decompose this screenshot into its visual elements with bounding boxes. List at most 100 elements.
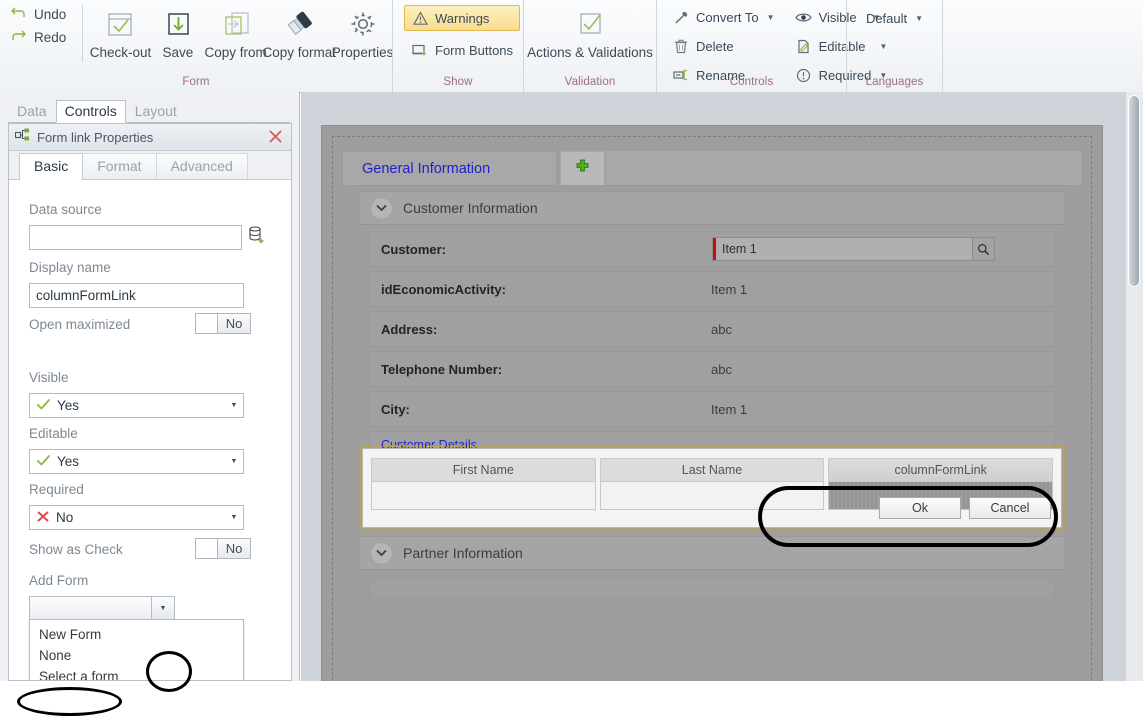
- field-label-customer: Customer:: [381, 241, 447, 257]
- ok-button[interactable]: Ok: [879, 497, 961, 519]
- close-icon[interactable]: [267, 128, 284, 145]
- database-add-icon[interactable]: [249, 226, 265, 249]
- form-buttons-toggle[interactable]: Form Buttons: [404, 37, 520, 63]
- grid-header-first-name: First Name: [372, 459, 595, 482]
- form-buttons-label: Form Buttons: [435, 42, 514, 58]
- tab-general-information[interactable]: General Information: [342, 151, 557, 186]
- customer-lookup-field[interactable]: Item 1: [712, 237, 995, 261]
- annotation-circle-new-form: [17, 687, 122, 716]
- dropdown-option-new-form[interactable]: New Form: [30, 624, 243, 645]
- field-value-city: Item 1: [711, 401, 748, 417]
- chevron-down-icon[interactable]: [370, 541, 393, 565]
- check-icon: [36, 454, 51, 470]
- copy-from-button[interactable]: Copy from: [204, 0, 267, 68]
- form-link-icon: [14, 128, 30, 147]
- dropdown-option-none[interactable]: None: [30, 645, 243, 666]
- chevron-down-icon: ▼: [766, 12, 775, 22]
- group-label-controls: Controls: [729, 76, 774, 88]
- display-name-label: Display name: [29, 260, 111, 275]
- ribbon-group-controls: Convert To ▼ Delete Rename Visible ▼ Edi…: [656, 0, 887, 92]
- tab-strip-filler: [606, 151, 1082, 187]
- toggle-knob: [196, 539, 218, 558]
- data-source-input[interactable]: [29, 225, 242, 250]
- section-header-customer-information[interactable]: Customer Information: [360, 192, 1064, 224]
- field-label-city: City:: [381, 401, 410, 417]
- required-select[interactable]: No ▼: [29, 505, 244, 530]
- gear-icon: [347, 4, 379, 44]
- chevron-down-icon[interactable]: ▼: [225, 450, 243, 473]
- properties-title-bar: Form link Properties: [9, 124, 291, 151]
- data-source-label: Data source: [29, 202, 102, 217]
- field-value-telephone-number: abc: [711, 361, 732, 377]
- sub-tab-basic[interactable]: Basic: [19, 153, 84, 180]
- copy-format-button[interactable]: Copy format: [262, 0, 336, 68]
- convert-to-button[interactable]: Convert To ▼: [665, 4, 782, 30]
- redo-button[interactable]: Redo: [10, 29, 66, 46]
- visible-select[interactable]: Yes ▼: [29, 393, 244, 418]
- field-label-address: Address:: [381, 321, 438, 337]
- warnings-toggle[interactable]: Warnings: [404, 5, 521, 31]
- save-icon: [162, 4, 194, 44]
- show-as-check-toggle[interactable]: No: [195, 538, 251, 559]
- tab-controls[interactable]: Controls: [55, 100, 126, 123]
- default-language-button[interactable]: Default ▼: [859, 5, 930, 31]
- open-maximized-toggle[interactable]: No: [195, 313, 251, 334]
- section-header-partner-information[interactable]: Partner Information: [360, 537, 1064, 569]
- chevron-down-icon[interactable]: ▼: [225, 394, 243, 417]
- cross-icon: [36, 510, 50, 526]
- cancel-button[interactable]: Cancel: [969, 497, 1051, 519]
- checkout-icon: [104, 4, 136, 44]
- display-name-input[interactable]: [29, 283, 244, 308]
- undo-button[interactable]: Undo: [10, 6, 66, 23]
- scrollbar-thumb[interactable]: [1128, 95, 1140, 287]
- toggle-knob: [196, 314, 218, 333]
- sub-tab-advanced[interactable]: Advanced: [155, 153, 248, 179]
- undo-icon: [10, 6, 27, 23]
- add-form-select[interactable]: ▼: [29, 596, 175, 621]
- field-label-ideconomicactivity: idEconomicActivity:: [381, 281, 506, 297]
- dropdown-option-select-a-form[interactable]: Select a form: [30, 666, 243, 680]
- chevron-down-icon[interactable]: ▼: [151, 597, 174, 620]
- section-partner-information: Partner Information: [359, 536, 1065, 668]
- field-row-address: Address: abc: [369, 311, 1055, 347]
- grid-header-last-name: Last Name: [600, 459, 824, 482]
- left-panel: Data Controls Layout Form link Propertie…: [0, 92, 300, 716]
- inner-form-buttons: Ok Cancel: [879, 497, 1051, 519]
- form-link-properties-panel: Form link Properties Basic Format Advanc…: [8, 123, 292, 681]
- edit-page-icon: [795, 37, 813, 55]
- default-language-label: Default: [865, 10, 908, 26]
- search-icon[interactable]: [972, 238, 994, 260]
- save-button[interactable]: Save: [150, 0, 206, 68]
- grid-column-last-name[interactable]: Last Name: [599, 458, 825, 510]
- chevron-down-icon[interactable]: [370, 196, 393, 220]
- canvas-vertical-scrollbar[interactable]: [1125, 92, 1143, 681]
- tab-data[interactable]: Data: [8, 100, 56, 123]
- field-row-customer: Customer: Item 1: [369, 231, 1055, 267]
- field-label-telephone-number: Telephone Number:: [381, 361, 503, 377]
- copy-from-label: Copy from: [204, 45, 267, 60]
- check-out-button[interactable]: Check-out: [90, 0, 151, 68]
- actions-validations-label: Actions & Validations: [527, 45, 653, 60]
- tab-add-button[interactable]: [560, 151, 605, 186]
- tab-layout[interactable]: Layout: [126, 100, 186, 123]
- grid-column-first-name[interactable]: First Name: [371, 458, 596, 510]
- inner-form-preview: First Name Last Name columnFormLink Ok C…: [362, 448, 1062, 528]
- properties-button[interactable]: Properties: [332, 0, 393, 68]
- visible-label: Visible: [29, 370, 69, 385]
- warnings-label: Warnings: [435, 10, 490, 26]
- editable-select[interactable]: Yes ▼: [29, 449, 244, 474]
- ribbon-group-show: Warnings Form Buttons Show: [392, 0, 523, 92]
- undo-label: Undo: [34, 7, 67, 22]
- sub-tab-format[interactable]: Format: [82, 153, 157, 179]
- delete-button[interactable]: Delete: [665, 33, 782, 59]
- section-body-customer-information: Customer: Item 1 idEconomicActivity: Ite…: [360, 224, 1064, 469]
- convert-to-label: Convert To: [696, 9, 759, 25]
- plus-icon: [575, 159, 590, 179]
- field-row-placeholder: [369, 579, 1055, 599]
- open-maximized-label: Open maximized: [29, 317, 131, 332]
- designer-tab-strip: General Information: [342, 151, 1082, 187]
- ribbon-groups: Undo Redo Check-out Save Copy from Copy …: [0, 0, 1143, 92]
- actions-validations-button[interactable]: Actions & Validations: [524, 0, 656, 68]
- chevron-down-icon[interactable]: ▼: [225, 506, 243, 529]
- check-square-icon: [574, 4, 606, 44]
